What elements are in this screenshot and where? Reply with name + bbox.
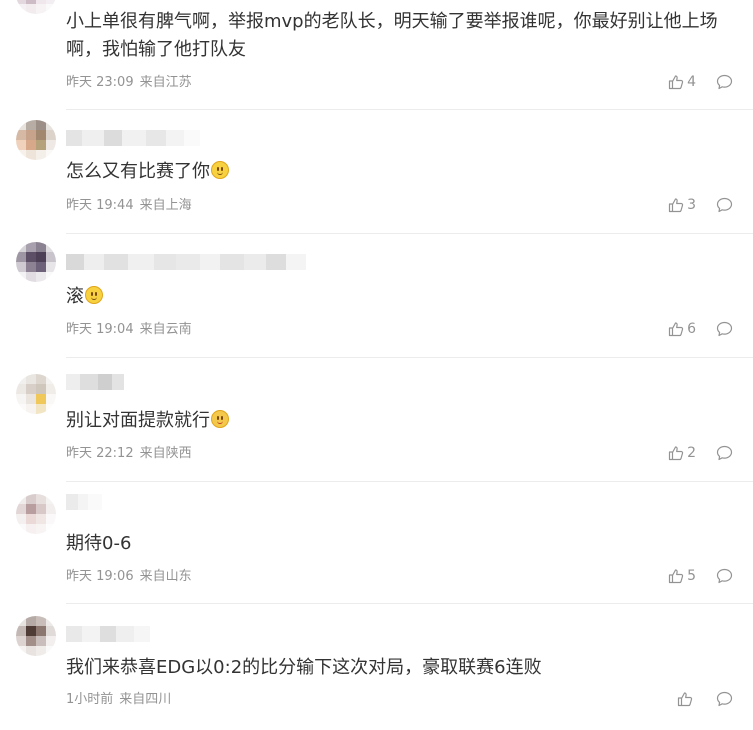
like-button[interactable]: 5	[668, 568, 696, 584]
comment-item: 小上单很有脾气啊，举报mvp的老队长，明天输了要举报谁呢，你最好别让他上场啊，我…	[0, 0, 753, 110]
avatar[interactable]	[16, 616, 56, 656]
comment-location: 来自陕西	[139, 446, 192, 461]
comment-text: 我们来恭喜EDG以0:2的比分输下这次对局，豪取联赛6连败	[66, 657, 542, 678]
comment-location: 来自云南	[139, 322, 192, 337]
avatar[interactable]	[16, 120, 56, 160]
like-button[interactable]: 4	[668, 74, 696, 90]
comment-bubble-icon	[716, 568, 733, 584]
comment-time: 昨天 23:09	[66, 75, 134, 90]
comment-actions: 2	[668, 445, 733, 461]
username[interactable]	[66, 374, 124, 390]
like-button[interactable]: 6	[668, 321, 696, 337]
comment-bubble-icon	[716, 321, 733, 337]
like-button[interactable]: 2	[668, 445, 696, 461]
comment-time: 昨天 19:06	[66, 569, 134, 584]
thumbs-up-icon	[668, 322, 684, 337]
comment-meta: 1小时前 来自四川	[66, 692, 171, 708]
like-count: 2	[687, 445, 696, 461]
comment-time: 昨天 19:04	[66, 322, 134, 337]
like-count: 4	[687, 74, 696, 90]
reply-button[interactable]	[716, 74, 733, 90]
username[interactable]	[66, 130, 200, 146]
comment-bubble-icon	[716, 691, 733, 707]
smile-emoji	[85, 286, 103, 304]
thumbs-up-icon	[677, 692, 693, 707]
comment-meta: 昨天 19:04 来自云南	[66, 322, 192, 338]
comment-location: 来自上海	[139, 198, 192, 213]
comment-time: 昨天 19:44	[66, 198, 134, 213]
like-count: 5	[687, 568, 696, 584]
avatar[interactable]	[16, 242, 56, 282]
cute-emoji	[211, 410, 229, 428]
reply-button[interactable]	[716, 445, 733, 461]
comment-text: 滚	[66, 283, 726, 311]
comment-time: 1小时前	[66, 692, 114, 707]
comment-actions: 5	[668, 568, 733, 584]
like-count: 3	[687, 197, 696, 213]
comment-actions: 6	[668, 321, 733, 337]
reply-button[interactable]	[716, 568, 733, 584]
comment-actions	[677, 691, 733, 707]
comment-meta: 昨天 23:09 来自江苏	[66, 75, 192, 91]
comment-actions: 4	[668, 74, 733, 90]
comment-location: 来自江苏	[139, 75, 192, 90]
comment-meta: 昨天 22:12 来自陕西	[66, 446, 192, 462]
comment-meta: 昨天 19:44 来自上海	[66, 198, 192, 214]
reply-button[interactable]	[716, 321, 733, 337]
comment-text: 小上单很有脾气啊，举报mvp的老队长，明天输了要举报谁呢，你最好别让他上场啊，我…	[66, 11, 718, 60]
comment-item: 别让对面提款就行 昨天 22:12 来自陕西 2	[0, 358, 753, 482]
comment-item: 我们来恭喜EDG以0:2的比分输下这次对局，豪取联赛6连败 1小时前 来自四川	[0, 604, 753, 730]
comment-location: 来自四川	[119, 692, 172, 707]
avatar[interactable]	[16, 374, 56, 414]
comment-bubble-icon	[716, 74, 733, 90]
comment-item: 期待0-6 昨天 19:06 来自山东 5	[0, 482, 753, 604]
username[interactable]	[66, 494, 102, 510]
like-button[interactable]	[677, 691, 696, 707]
comment-meta: 昨天 19:06 来自山东	[66, 569, 192, 585]
like-count: 6	[687, 321, 696, 337]
thumbs-up-icon	[668, 75, 684, 90]
comment-item: 滚 昨天 19:04 来自云南 6	[0, 234, 753, 358]
comment-text: 期待0-6	[66, 533, 132, 554]
smile-emoji	[211, 161, 229, 179]
avatar[interactable]	[16, 494, 56, 534]
comment-bubble-icon	[716, 197, 733, 213]
comment-text: 别让对面提款就行	[66, 407, 726, 435]
like-button[interactable]: 3	[668, 197, 696, 213]
username[interactable]	[66, 626, 150, 642]
reply-button[interactable]	[716, 691, 733, 707]
comment-text: 怎么又有比赛了你	[66, 158, 726, 186]
avatar[interactable]	[16, 0, 56, 14]
reply-button[interactable]	[716, 197, 733, 213]
thumbs-up-icon	[668, 569, 684, 584]
comment-actions: 3	[668, 197, 733, 213]
comment-time: 昨天 22:12	[66, 446, 134, 461]
thumbs-up-icon	[668, 446, 684, 461]
comment-bubble-icon	[716, 445, 733, 461]
username[interactable]	[66, 254, 306, 270]
comment-item: 怎么又有比赛了你 昨天 19:44 来自上海 3	[0, 110, 753, 234]
comment-location: 来自山东	[139, 569, 192, 584]
thumbs-up-icon	[668, 198, 684, 213]
